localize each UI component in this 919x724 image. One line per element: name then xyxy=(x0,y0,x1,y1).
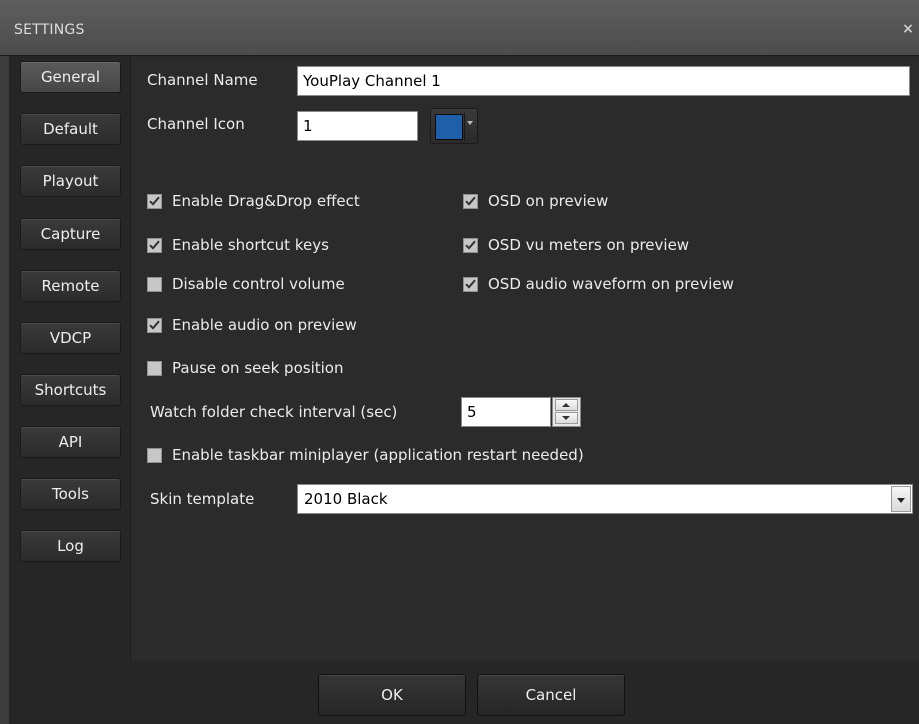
checkbox[interactable] xyxy=(463,237,478,253)
channel-name-input[interactable]: YouPlay Channel 1 xyxy=(297,66,910,96)
option-label: Disable control volume xyxy=(172,275,345,293)
sidebar-item-label: Log xyxy=(57,537,84,555)
arrow-up-icon xyxy=(562,403,570,407)
watch-folder-interval-stepper xyxy=(552,397,581,427)
sidebar-item-tools[interactable]: Tools xyxy=(20,478,121,510)
option-label: Enable Drag&Drop effect xyxy=(172,192,360,210)
option-disable-control-volume[interactable]: Disable control volume xyxy=(147,273,345,295)
option-enable-audio-preview[interactable]: Enable audio on preview xyxy=(147,314,357,336)
checkbox[interactable] xyxy=(147,237,162,253)
option-taskbar-miniplayer[interactable]: Enable taskbar miniplayer (application r… xyxy=(147,444,584,466)
ok-button[interactable]: OK xyxy=(318,674,466,716)
checkbox[interactable] xyxy=(147,360,162,376)
checkbox[interactable] xyxy=(147,193,162,209)
checkbox[interactable] xyxy=(463,276,478,292)
cancel-button-label: Cancel xyxy=(525,686,577,704)
sidebar-item-api[interactable]: API xyxy=(20,426,121,458)
option-label: Enable shortcut keys xyxy=(172,236,329,254)
option-label: OSD audio waveform on preview xyxy=(488,275,734,293)
sidebar-item-label: VDCP xyxy=(49,329,92,347)
skin-template-label: Skin template xyxy=(150,490,255,508)
option-enable-drag-drop[interactable]: Enable Drag&Drop effect xyxy=(147,190,360,212)
sidebar-item-shortcuts[interactable]: Shortcuts xyxy=(20,374,121,406)
sidebar-item-playout[interactable]: Playout xyxy=(20,165,121,197)
sidebar-item-default[interactable]: Default xyxy=(20,113,121,145)
option-label: Enable audio on preview xyxy=(172,316,357,334)
option-enable-shortcut-keys[interactable]: Enable shortcut keys xyxy=(147,234,329,256)
stepper-up-button[interactable] xyxy=(555,399,578,411)
chevron-down-icon xyxy=(467,121,473,125)
checkbox[interactable] xyxy=(147,447,162,463)
stepper-down-button[interactable] xyxy=(555,412,578,424)
channel-icon-input[interactable]: 1 xyxy=(297,111,418,141)
cancel-button[interactable]: Cancel xyxy=(477,674,625,716)
settings-dialog: SETTINGS × General Default Playout Captu… xyxy=(0,0,919,724)
sidebar-item-label: API xyxy=(58,433,83,451)
channel-icon-label: Channel Icon xyxy=(147,115,245,133)
sidebar-item-vdcp[interactable]: VDCP xyxy=(20,322,121,354)
color-picker-divider xyxy=(464,113,465,141)
watch-folder-interval-input[interactable]: 5 xyxy=(461,397,551,427)
option-osd-audio-waveform[interactable]: OSD audio waveform on preview xyxy=(463,273,734,295)
sidebar-item-label: Remote xyxy=(41,277,100,295)
sidebar-item-label: Shortcuts xyxy=(34,381,107,399)
option-label: Enable taskbar miniplayer (application r… xyxy=(172,446,584,464)
skin-template-value: 2010 Black xyxy=(304,490,388,508)
checkbox[interactable] xyxy=(463,193,478,209)
channel-name-label: Channel Name xyxy=(147,71,258,89)
chevron-down-icon xyxy=(897,498,905,503)
window-title: SETTINGS xyxy=(14,22,85,38)
dropdown-button[interactable] xyxy=(891,486,911,512)
checkbox[interactable] xyxy=(147,276,162,292)
sidebar-item-capture[interactable]: Capture xyxy=(20,218,121,250)
sidebar-item-general[interactable]: General xyxy=(20,61,121,93)
arrow-down-icon xyxy=(562,416,570,420)
option-label: Pause on seek position xyxy=(172,359,344,377)
channel-icon-color-picker[interactable] xyxy=(430,108,478,144)
sidebar-item-label: General xyxy=(40,68,101,86)
sidebar-item-remote[interactable]: Remote xyxy=(20,270,121,302)
option-pause-on-seek[interactable]: Pause on seek position xyxy=(147,357,343,379)
option-osd-vu-meters[interactable]: OSD vu meters on preview xyxy=(463,234,689,256)
sidebar-item-label: Playout xyxy=(42,172,99,190)
close-icon[interactable]: × xyxy=(901,21,915,37)
ok-button-label: OK xyxy=(381,686,403,704)
title-bar[interactable]: SETTINGS × xyxy=(0,0,919,56)
sidebar-item-label: Default xyxy=(43,120,98,138)
option-label: OSD on preview xyxy=(488,192,609,210)
sidebar-item-label: Capture xyxy=(40,225,101,243)
checkbox[interactable] xyxy=(147,317,162,333)
left-edge xyxy=(0,56,9,724)
option-osd-on-preview[interactable]: OSD on preview xyxy=(463,190,608,212)
sidebar-item-log[interactable]: Log xyxy=(20,530,121,562)
option-label: OSD vu meters on preview xyxy=(488,236,690,254)
sidebar-item-label: Tools xyxy=(52,485,89,503)
skin-template-select[interactable]: 2010 Black xyxy=(297,484,913,514)
watch-folder-label: Watch folder check interval (sec) xyxy=(150,403,398,421)
color-swatch xyxy=(435,114,463,140)
